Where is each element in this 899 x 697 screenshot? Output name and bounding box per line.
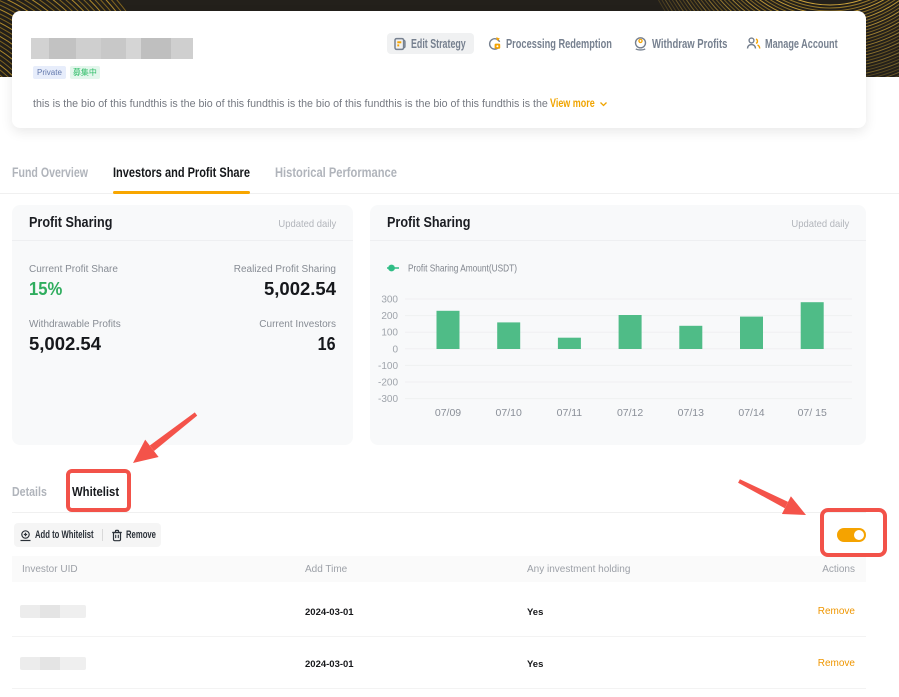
svg-text:07/ 15: 07/ 15 (798, 407, 827, 419)
svg-text:200: 200 (381, 311, 398, 322)
svg-text:07/11: 07/11 (557, 407, 583, 419)
svg-text:300: 300 (381, 295, 398, 306)
svg-text:-200: -200 (378, 378, 398, 389)
svg-text:07/14: 07/14 (738, 407, 764, 419)
svg-text:100: 100 (381, 328, 398, 339)
svg-text:-300: -300 (378, 394, 398, 405)
svg-text:0: 0 (392, 344, 398, 355)
svg-text:-100: -100 (378, 361, 398, 372)
svg-text:07/13: 07/13 (678, 407, 704, 419)
svg-text:Profit Sharing Amount(USDT): Profit Sharing Amount(USDT) (408, 263, 517, 275)
svg-text:07/09: 07/09 (435, 407, 461, 419)
svg-text:07/12: 07/12 (617, 407, 643, 419)
svg-text:07/10: 07/10 (496, 407, 522, 419)
